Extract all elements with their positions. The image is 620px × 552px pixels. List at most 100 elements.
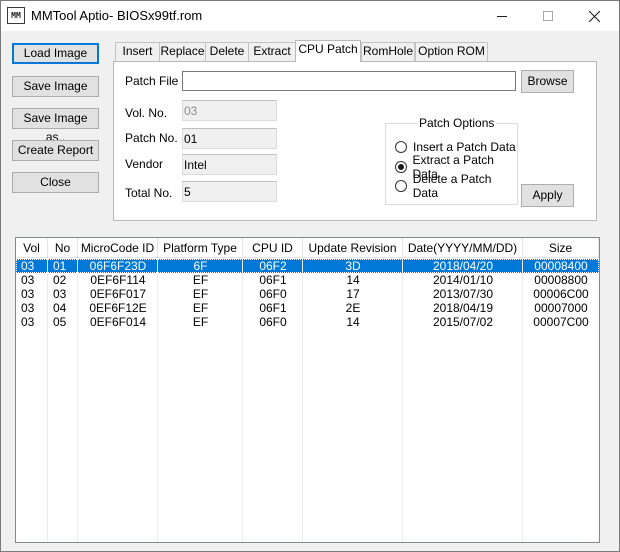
column-header-date[interactable]: Date(YYYY/MM/DD) [403,238,523,258]
patch-no-field: 01 [182,128,277,149]
cell-no: 02 [53,273,67,287]
minimize-button[interactable] [479,1,525,31]
table-row[interactable]: 03 03 0EF6F017 EF 06F0 17 2013/07/30 00006C00 [16,287,599,301]
tab-replace[interactable]: Replace [159,42,206,61]
radio-label: Delete a Patch Data [412,172,492,200]
grid-line [522,258,523,542]
cell-no: 05 [53,315,67,329]
radio-delete-patch[interactable]: Delete a Patch Data [395,172,517,200]
column-header-vol[interactable]: Vol [16,238,48,258]
table-header: Vol No MicroCode ID Platform Type CPU ID… [16,238,599,258]
grid-line [242,258,243,542]
cell-platform-type: EF [192,315,209,329]
patch-file-input[interactable] [182,71,516,91]
browse-button[interactable]: Browse [521,70,574,93]
cell-size: 00007000 [534,301,588,315]
vol-no-field: 03 [182,100,277,121]
save-image-button[interactable]: Save Image [12,76,99,97]
cell-cpu-id: 06F1 [259,273,287,287]
load-image-button[interactable]: Load Image [12,43,99,64]
cell-microcode-id: 06F6F23D [89,259,147,273]
table-row[interactable]: 03 05 0EF6F014 EF 06F0 14 2015/07/02 00007C00 [16,315,599,329]
cell-platform-type: EF [192,287,209,301]
apply-button[interactable]: Apply [521,184,574,207]
grid-line [77,258,78,542]
cell-cpu-id: 06F2 [259,259,287,273]
cell-vol: 03 [21,287,35,301]
create-report-button[interactable]: Create Report [12,140,99,161]
tab-cpu-patch[interactable]: CPU Patch [295,40,361,62]
cell-vol: 03 [21,315,35,329]
cell-cpu-id: 06F0 [259,315,287,329]
cell-cpu-id: 06F0 [259,287,287,301]
cell-no: 03 [53,287,67,301]
cell-size: 00006C00 [533,287,589,301]
cell-date: 2015/07/02 [432,315,494,329]
tab-delete[interactable]: Delete [205,42,249,61]
title-bar[interactable]: MM MMTool Aptio- BIOSx99tf.rom [1,1,619,31]
close-icon [588,10,600,22]
column-header-update-revision[interactable]: Update Revision [303,238,403,258]
microcode-table[interactable]: Vol No MicroCode ID Platform Type CPU ID… [15,237,600,543]
radio-button-selected-icon [395,161,407,173]
table-row[interactable]: 03 01 06F6F23D 6F 06F2 3D 2018/04/20 00008400 [16,259,599,273]
vol-no-label: Vol. No. [125,106,168,120]
total-no-label: Total No. [125,186,173,200]
cell-microcode-id: 0EF6F12E [89,301,147,315]
cell-size: 00007C00 [533,315,589,329]
grid-line [157,258,158,542]
cell-microcode-id: 0EF6F114 [90,273,146,287]
save-image-as-button[interactable]: Save Image as.. [12,108,99,144]
cell-platform-type: EF [192,301,209,315]
radio-insert-patch[interactable]: Insert a Patch Data [395,140,516,154]
cell-update-revision: 14 [346,315,360,329]
cell-date: 2014/01/10 [432,273,494,287]
cell-no: 01 [53,259,67,273]
column-header-cpu-id[interactable]: CPU ID [243,238,303,258]
cell-date: 2018/04/19 [432,301,494,315]
cell-platform-type: EF [192,273,209,287]
vendor-field: Intel [182,154,277,175]
column-header-microcode-id[interactable]: MicroCode ID [78,238,158,258]
cell-microcode-id: 0EF6F017 [89,287,147,301]
table-row[interactable]: 03 04 0EF6F12E EF 06F1 2E 2018/04/19 00007000 [16,301,599,315]
cell-no: 04 [53,301,67,315]
window-title: MMTool Aptio- BIOSx99tf.rom [31,8,203,23]
cell-update-revision: 14 [346,273,360,287]
vendor-label: Vendor [125,157,164,171]
main-window: MM MMTool Aptio- BIOSx99tf.rom Load Imag… [0,0,620,552]
cell-update-revision: 2E [345,301,361,315]
cell-update-revision: 3D [345,259,361,273]
total-no-field: 5 [182,181,277,202]
cell-vol: 03 [21,259,35,273]
column-header-platform-type[interactable]: Platform Type [158,238,243,258]
grid-line [402,258,403,542]
patch-options-title: Patch Options [417,116,497,130]
tab-romhole[interactable]: RomHole [361,42,415,61]
table-row[interactable]: 03 02 0EF6F114 EF 06F1 14 2014/01/10 00008800 [16,273,599,287]
cell-size: 00008400 [534,259,588,273]
tab-option-rom[interactable]: Option ROM [415,42,488,61]
radio-button-icon [395,180,407,192]
patch-options-group: Patch Options Insert a Patch Data Extrac… [385,116,518,205]
tab-extract[interactable]: Extract [248,42,296,61]
cell-microcode-id: 0EF6F014 [89,315,147,329]
patch-no-label: Patch No. [125,131,178,145]
close-window-button[interactable] [571,1,617,31]
grid-line [302,258,303,542]
cell-update-revision: 17 [346,287,360,301]
patch-file-label: Patch File [125,74,179,88]
minimize-icon [497,15,507,17]
maximize-button[interactable] [525,1,571,31]
app-icon: MM [7,7,25,24]
tab-insert[interactable]: Insert [115,42,160,61]
close-button[interactable]: Close [12,172,99,193]
cell-vol: 03 [21,301,35,315]
cell-date: 2018/04/20 [432,259,494,273]
cell-size: 00008800 [534,273,588,287]
cell-platform-type: 6F [193,259,208,273]
column-header-size[interactable]: Size [523,238,599,258]
column-header-no[interactable]: No [48,238,78,258]
cell-date: 2013/07/30 [432,287,494,301]
cell-vol: 03 [21,273,35,287]
